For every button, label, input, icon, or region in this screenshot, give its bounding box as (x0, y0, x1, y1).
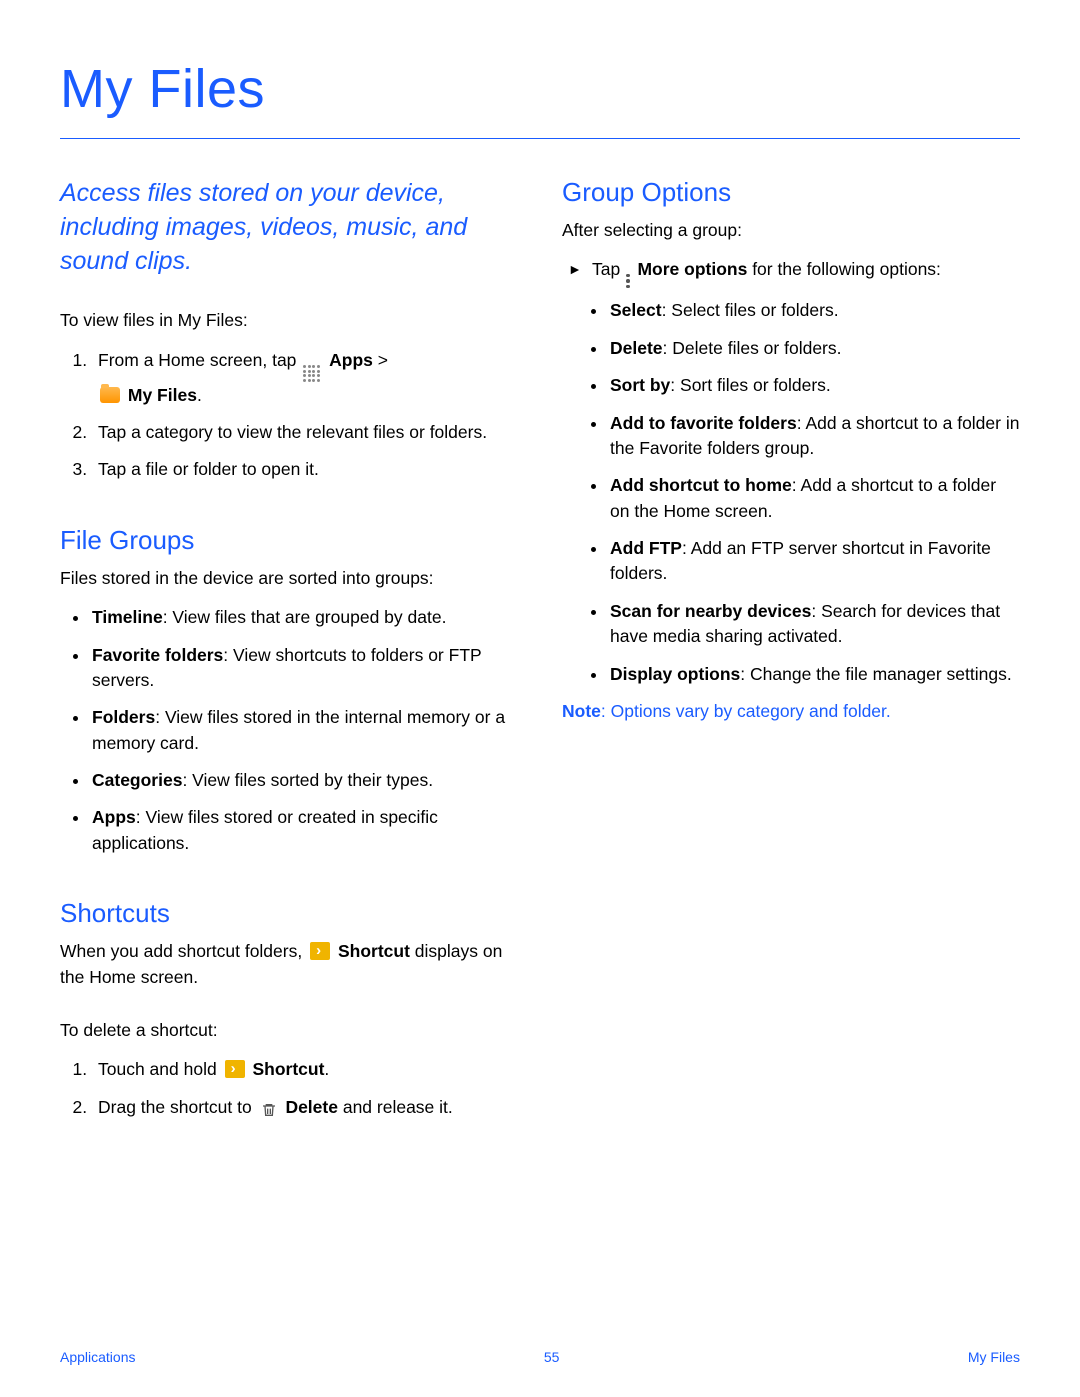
step-1-end: . (197, 385, 202, 405)
term: Add to favorite folders (610, 413, 797, 433)
term: Folders (92, 707, 155, 727)
tap-text-b: for the following options: (752, 259, 941, 279)
list-item: Add FTP: Add an FTP server shortcut in F… (608, 536, 1020, 587)
text-c: and release it. (338, 1097, 453, 1117)
my-files-label: My Files (128, 385, 197, 405)
trash-icon (259, 1098, 279, 1123)
text-a: Drag the shortcut to (98, 1097, 257, 1117)
group-options-heading: Group Options (562, 177, 1020, 208)
desc: : Delete files or folders. (663, 338, 842, 358)
view-files-lead: To view files in My Files: (60, 308, 518, 333)
step-2: Drag the shortcut to Delete and release … (92, 1095, 518, 1123)
desc: : View files stored or created in specif… (92, 807, 438, 852)
term: Add FTP (610, 538, 682, 558)
view-files-steps: From a Home screen, tap Apps > My Files.… (60, 348, 518, 483)
shortcut-label: Shortcut (338, 941, 410, 961)
step-1-text-a: From a Home screen, tap (98, 350, 301, 370)
shortcut-folder-icon (310, 942, 330, 960)
shortcut-label: Shortcut (252, 1059, 324, 1079)
term: Delete (610, 338, 663, 358)
footer-left: Applications (60, 1349, 136, 1365)
tap-text-a: Tap (592, 259, 625, 279)
page-footer: Applications 55 My Files (60, 1349, 1020, 1365)
term: Apps (92, 807, 136, 827)
shortcuts-para: When you add shortcut folders, Shortcut … (60, 939, 518, 990)
list-item: Select: Select files or folders. (608, 298, 1020, 323)
shortcuts-heading: Shortcuts (60, 898, 518, 929)
title-divider (60, 138, 1020, 139)
file-groups-list: Timeline: View files that are grouped by… (60, 605, 518, 856)
step-2: Tap a category to view the relevant file… (92, 420, 518, 445)
list-item: Sort by: Sort files or folders. (608, 373, 1020, 398)
term: Select (610, 300, 662, 320)
desc: : Select files or folders. (662, 300, 839, 320)
list-item: Display options: Change the file manager… (608, 662, 1020, 687)
footer-right: My Files (968, 1349, 1020, 1365)
file-groups-heading: File Groups (60, 525, 518, 556)
shortcut-folder-icon (225, 1060, 245, 1078)
note-label: Note (562, 701, 601, 721)
file-groups-lead: Files stored in the device are sorted in… (60, 566, 518, 591)
step-3: Tap a file or folder to open it. (92, 457, 518, 482)
list-item: Favorite folders: View shortcuts to fold… (90, 643, 518, 694)
apps-label: Apps (329, 350, 373, 370)
text-a: Touch and hold (98, 1059, 222, 1079)
step-1: Touch and hold Shortcut. (92, 1057, 518, 1082)
desc: : Change the file manager settings. (740, 664, 1011, 684)
apps-grid-icon (303, 365, 321, 383)
page-title: My Files (60, 58, 1020, 120)
note-text: : Options vary by category and folder. (601, 701, 891, 721)
desc: : View files that are grouped by date. (163, 607, 447, 627)
footer-page-number: 55 (544, 1349, 560, 1365)
column-right: Group Options After selecting a group: T… (562, 177, 1020, 1135)
term: Add shortcut to home (610, 475, 792, 495)
more-options-label: More options (637, 259, 747, 279)
content-columns: Access files stored on your device, incl… (60, 177, 1020, 1135)
intro-text: Access files stored on your device, incl… (60, 177, 518, 278)
step-1: From a Home screen, tap Apps > My Files. (92, 348, 518, 408)
list-item: Add shortcut to home: Add a shortcut to … (608, 473, 1020, 524)
term: Categories (92, 770, 182, 790)
list-item: Folders: View files stored in the intern… (90, 705, 518, 756)
list-item: Categories: View files sorted by their t… (90, 768, 518, 793)
step-1-gt: > (373, 350, 388, 370)
list-item: Delete: Delete files or folders. (608, 336, 1020, 361)
desc: : Sort files or folders. (670, 375, 830, 395)
list-item: Timeline: View files that are grouped by… (90, 605, 518, 630)
delete-shortcut-steps: Touch and hold Shortcut. Drag the shortc… (60, 1057, 518, 1123)
list-item: Add to favorite folders: Add a shortcut … (608, 411, 1020, 462)
term: Scan for nearby devices (610, 601, 811, 621)
group-options-lead: After selecting a group: (562, 218, 1020, 243)
delete-shortcut-lead: To delete a shortcut: (60, 1018, 518, 1043)
term: Display options (610, 664, 740, 684)
more-options-icon (626, 274, 630, 289)
term: Favorite folders (92, 645, 223, 665)
text-c: . (324, 1059, 329, 1079)
column-left: Access files stored on your device, incl… (60, 177, 518, 1135)
options-note: Note: Options vary by category and folde… (562, 701, 1020, 722)
shortcuts-para-a: When you add shortcut folders, (60, 941, 307, 961)
term: Timeline (92, 607, 163, 627)
delete-label: Delete (285, 1097, 338, 1117)
tap-more-options: Tap More options for the following optio… (562, 257, 1020, 288)
term: Sort by (610, 375, 670, 395)
my-files-folder-icon (100, 387, 120, 403)
group-options-list: Select: Select files or folders. Delete:… (562, 298, 1020, 687)
list-item: Apps: View files stored or created in sp… (90, 805, 518, 856)
list-item: Scan for nearby devices: Search for devi… (608, 599, 1020, 650)
desc: : View files sorted by their types. (182, 770, 433, 790)
